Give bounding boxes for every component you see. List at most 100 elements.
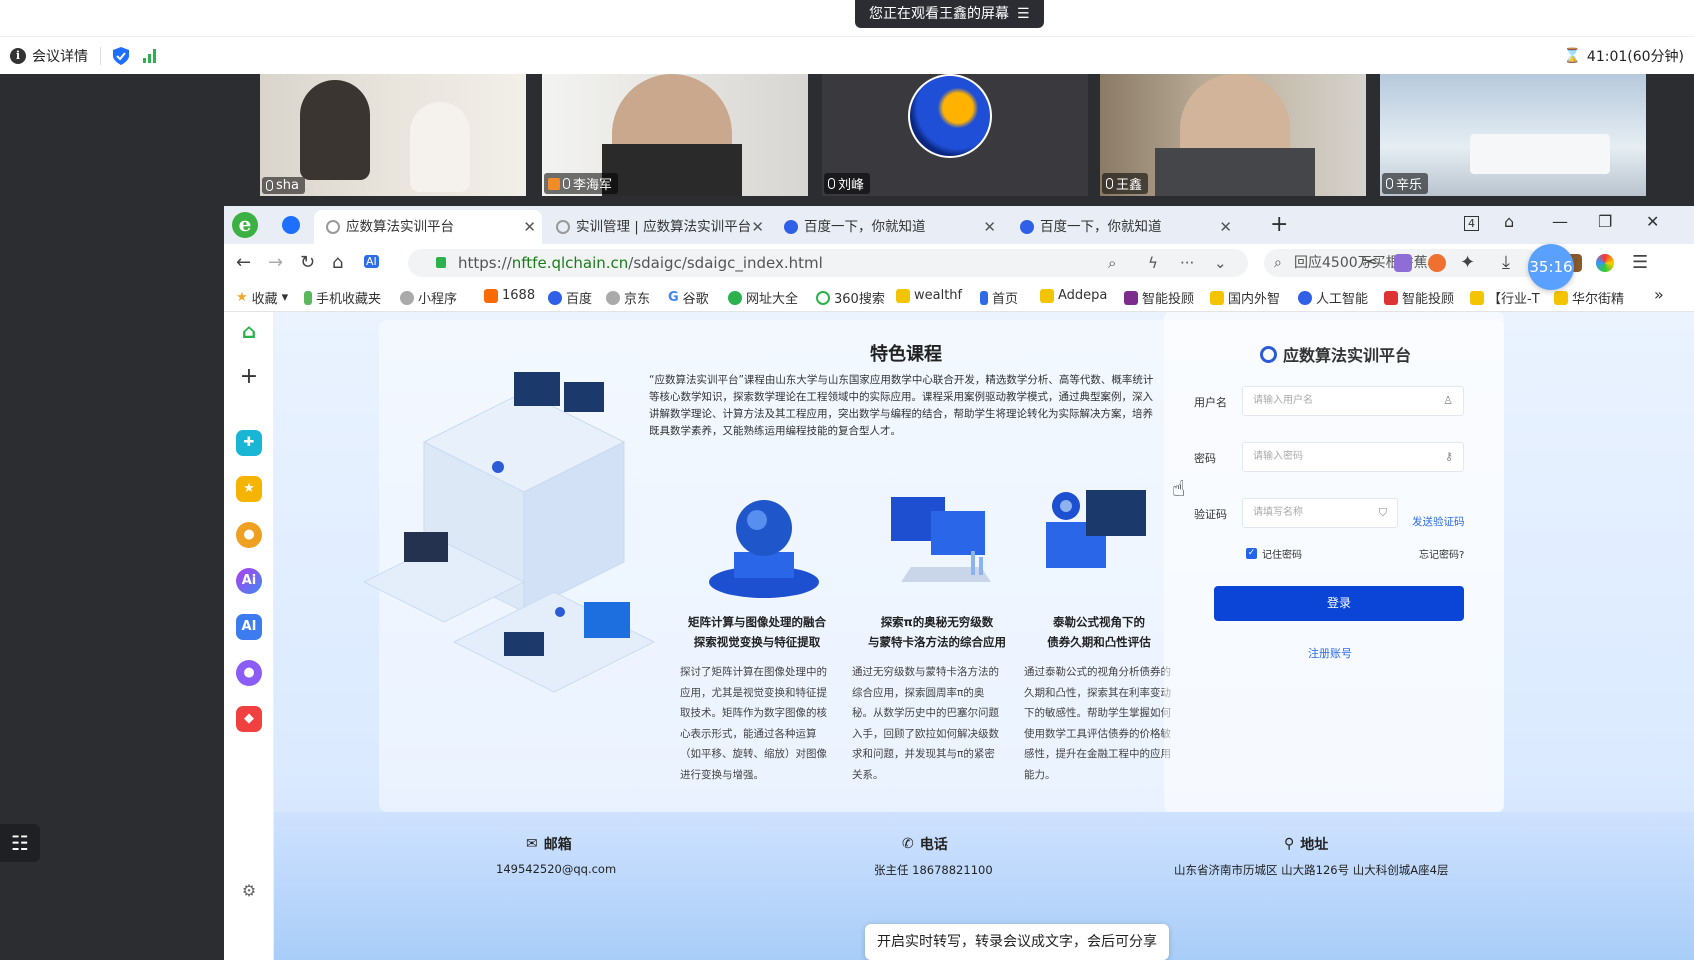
bookmark-item[interactable]: 【行业-T	[1470, 288, 1540, 307]
video-tile[interactable]: 刘峰	[822, 74, 1088, 196]
bookmark-label: Addepa	[1058, 288, 1108, 303]
bookmark-item[interactable]: 国内外智	[1210, 288, 1280, 307]
phone-value: 张主任 18678821100	[874, 863, 993, 877]
bookmark-item[interactable]: wealthf	[896, 288, 962, 303]
screen-share-banner[interactable]: 您正在观看王鑫的屏幕 ☰	[855, 0, 1044, 28]
bookmark-item[interactable]: 手机收藏夹	[304, 288, 381, 307]
list-menu-icon[interactable]: ☷	[0, 824, 40, 862]
bookmark-label: 首页	[992, 292, 1019, 307]
bookmark-label: 华尔街精	[1572, 292, 1625, 307]
app-plus-icon[interactable]: ✚	[236, 430, 262, 456]
baidu-paw-icon	[1298, 290, 1312, 305]
ai-icon[interactable]: AI	[236, 614, 262, 640]
forward-icon[interactable]: →	[268, 252, 283, 273]
bookmark-item[interactable]: 首页	[980, 288, 1018, 307]
chevron-down-icon[interactable]: ⌄	[1214, 249, 1227, 277]
bookmark-item[interactable]: 智能投顾	[1384, 288, 1454, 307]
video-tile[interactable]: 李海军	[542, 74, 808, 196]
extensions-icon[interactable]: ✦	[1460, 252, 1475, 273]
star-icon[interactable]: ★	[236, 476, 262, 502]
address-bar[interactable]: https://nftfe.qlchain.cn/sdaigc/sdaigc_i…	[408, 249, 1248, 277]
tab-platform[interactable]: 应数算法实训平台 ✕	[314, 210, 542, 244]
bookmark-item[interactable]: 京东	[606, 288, 650, 307]
recording-timer-bubble[interactable]: 35:16	[1528, 244, 1574, 290]
home-icon[interactable]: ⌂	[332, 252, 343, 273]
bookmark-item[interactable]: Addepa	[1040, 288, 1107, 303]
send-code-button[interactable]: 发送验证码	[1412, 514, 1465, 529]
live-transcription-prompt[interactable]: 开启实时转写，转录会议成文字，会后可分享	[865, 924, 1169, 960]
video-tile-active-speaker[interactable]: 王鑫	[1100, 74, 1366, 196]
video-tile[interactable]: sha	[260, 74, 526, 196]
close-window-icon[interactable]: ✕	[1646, 212, 1659, 231]
colorful-app-icon[interactable]	[1596, 254, 1614, 272]
bookmark-item[interactable]: 360搜索	[816, 288, 885, 307]
register-link[interactable]: 注册账号	[1308, 645, 1352, 661]
meeting-details-button[interactable]: i 会议详情	[10, 46, 88, 66]
shield-icon[interactable]	[113, 46, 129, 65]
bookmark-item[interactable]: 百度	[548, 288, 592, 307]
bookmark-label: wealthf	[914, 288, 963, 303]
ai-icon[interactable]: AI	[364, 255, 379, 268]
remember-password-checkbox[interactable]: ✓ 记住密码	[1246, 546, 1302, 561]
phone-label: 电话	[919, 837, 948, 853]
more-bookmarks-icon[interactable]: »	[1654, 285, 1664, 304]
video-tile[interactable]: 辛乐	[1380, 74, 1646, 196]
bookmark-item[interactable]: 1688	[484, 288, 535, 303]
lock-icon	[436, 257, 446, 268]
close-icon[interactable]: ✕	[1219, 210, 1232, 244]
login-button[interactable]: 登录	[1214, 586, 1464, 621]
participant-name-tag: 辛乐	[1382, 173, 1429, 194]
close-icon[interactable]: ✕	[751, 210, 764, 244]
navigation-icon[interactable]	[282, 216, 300, 234]
password-input[interactable]: 请输入密码 ⚷	[1242, 442, 1464, 472]
minimize-icon[interactable]: —	[1552, 212, 1568, 231]
zoom-icon[interactable]: ⌕	[1108, 249, 1116, 277]
verification-code-input[interactable]: 请填写名称 ⛉	[1242, 498, 1398, 528]
new-tab-icon[interactable]: +	[1270, 212, 1288, 237]
chevron-down-icon: ▾	[281, 290, 289, 305]
translate-icon[interactable]	[1394, 254, 1412, 272]
close-icon[interactable]: ✕	[523, 210, 536, 244]
username-input[interactable]: 请输入用户名 ♙	[1242, 386, 1464, 416]
tab-count-icon[interactable]: 4	[1464, 216, 1479, 231]
tab-training-management[interactable]: 实训管理 | 应数算法实训平台 ✕	[544, 210, 770, 244]
bookmark-item[interactable]: ★ 收藏 ▾	[236, 288, 288, 307]
ai-assistant-icon[interactable]: Ai	[236, 568, 262, 594]
robot-icon[interactable]: ●	[236, 522, 262, 548]
tab-baidu[interactable]: 百度一下，你就知道 ✕	[1008, 210, 1238, 244]
download-icon[interactable]: ⤓	[1502, 252, 1510, 273]
phone-icon: ✆	[902, 836, 914, 852]
restore-icon[interactable]: ❐	[1598, 212, 1612, 231]
game-extension-icon[interactable]	[1428, 254, 1446, 272]
chat-bot-icon[interactable]: ●	[236, 660, 262, 686]
hamburger-menu-icon[interactable]: ☰	[1632, 252, 1648, 273]
gamepad-icon[interactable]: ◆	[236, 706, 262, 732]
browser-logo-icon[interactable]: e	[232, 212, 258, 238]
menu-icon[interactable]: ☰	[1017, 0, 1030, 28]
network-signal-icon[interactable]	[143, 48, 156, 63]
bookmark-item[interactable]: 人工智能	[1298, 288, 1368, 307]
reload-icon[interactable]: ↻	[300, 252, 315, 273]
back-icon[interactable]: ←	[236, 252, 251, 273]
scissors-icon[interactable]: ✂	[1362, 252, 1377, 273]
lightning-icon[interactable]: ϟ	[1148, 249, 1158, 277]
more-icon[interactable]: ···	[1180, 249, 1194, 277]
email-heading: ✉ 邮箱	[526, 834, 572, 854]
forgot-password-link[interactable]: 忘记密码?	[1419, 546, 1464, 561]
close-icon[interactable]: ✕	[983, 210, 996, 244]
verification-code-label: 验证码	[1194, 508, 1227, 521]
bookmark-item[interactable]: G 谷歌	[668, 288, 709, 307]
shirt-icon[interactable]: ⌂	[1504, 212, 1514, 231]
checkbox-checked-icon: ✓	[1246, 548, 1257, 559]
settings-icon[interactable]: ⚙	[236, 878, 262, 904]
url-prefix: https://	[458, 254, 512, 272]
bookmark-item[interactable]: 网址大全	[728, 288, 798, 307]
feature-title-line: 探索视觉变换与特征提取	[693, 635, 821, 649]
bookmark-item[interactable]: 小程序	[400, 288, 457, 307]
bookmark-item[interactable]: 智能投顾	[1124, 288, 1194, 307]
bookmark-item[interactable]: 华尔街精	[1554, 288, 1624, 307]
add-icon[interactable]: +	[236, 364, 262, 390]
bookmark-label: 1688	[502, 288, 536, 303]
tab-baidu[interactable]: 百度一下，你就知道 ✕	[772, 210, 1002, 244]
home-icon[interactable]: ⌂	[236, 318, 262, 344]
